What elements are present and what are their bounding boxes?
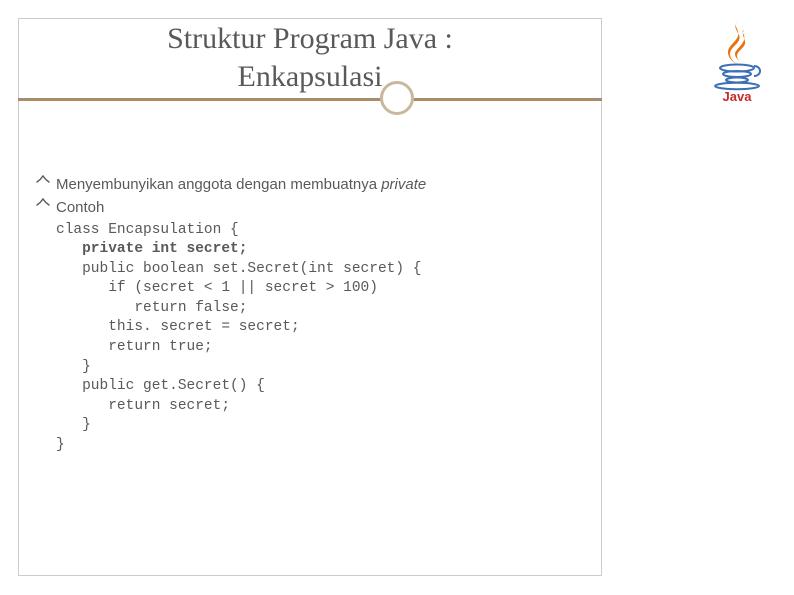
java-logo-icon: Java	[704, 16, 770, 104]
bullet-text-prefix: Contoh	[56, 199, 104, 216]
code-line: class Encapsulation {	[56, 222, 239, 238]
code-line: public get.Secret() {	[56, 378, 265, 394]
bullet-item: Menyembunyikan anggota dengan membuatnya…	[36, 175, 584, 196]
bullet-text-italic: private	[381, 176, 426, 193]
bullet-list: Menyembunyikan anggota dengan membuatnya…	[36, 175, 584, 455]
code-line: public boolean set.Secret(int secret) {	[56, 261, 421, 277]
title-circle-badge	[380, 81, 414, 115]
code-line: return false;	[56, 300, 247, 316]
code-line: return secret;	[56, 398, 230, 414]
code-line: if (secret < 1 || secret > 100)	[56, 280, 378, 296]
code-line: private int secret;	[56, 241, 247, 257]
code-line: }	[56, 359, 91, 375]
accent-bar	[18, 98, 602, 101]
bullet-text-prefix: Menyembunyikan anggota dengan membuatnya	[56, 176, 381, 193]
java-logo: Java	[704, 16, 770, 104]
code-line: }	[56, 437, 65, 453]
code-line: this. secret = secret;	[56, 319, 300, 335]
code-block: class Encapsulation { private int secret…	[56, 221, 584, 456]
code-line: }	[56, 417, 91, 433]
title-line-1: Struktur Program Java :	[167, 22, 453, 55]
title-line-2: Enkapsulasi	[238, 60, 383, 93]
bullet-text: Menyembunyikan anggota dengan membuatnya…	[56, 175, 426, 195]
bullet-item: Contoh	[36, 198, 584, 219]
slide-title: Struktur Program Java : Enkapsulasi	[18, 20, 602, 95]
code-line: return true;	[56, 339, 213, 355]
bullet-glyph-icon	[36, 175, 56, 196]
svg-text:Java: Java	[723, 89, 753, 104]
bullet-glyph-icon	[36, 198, 56, 219]
bullet-text: Contoh	[56, 198, 104, 218]
